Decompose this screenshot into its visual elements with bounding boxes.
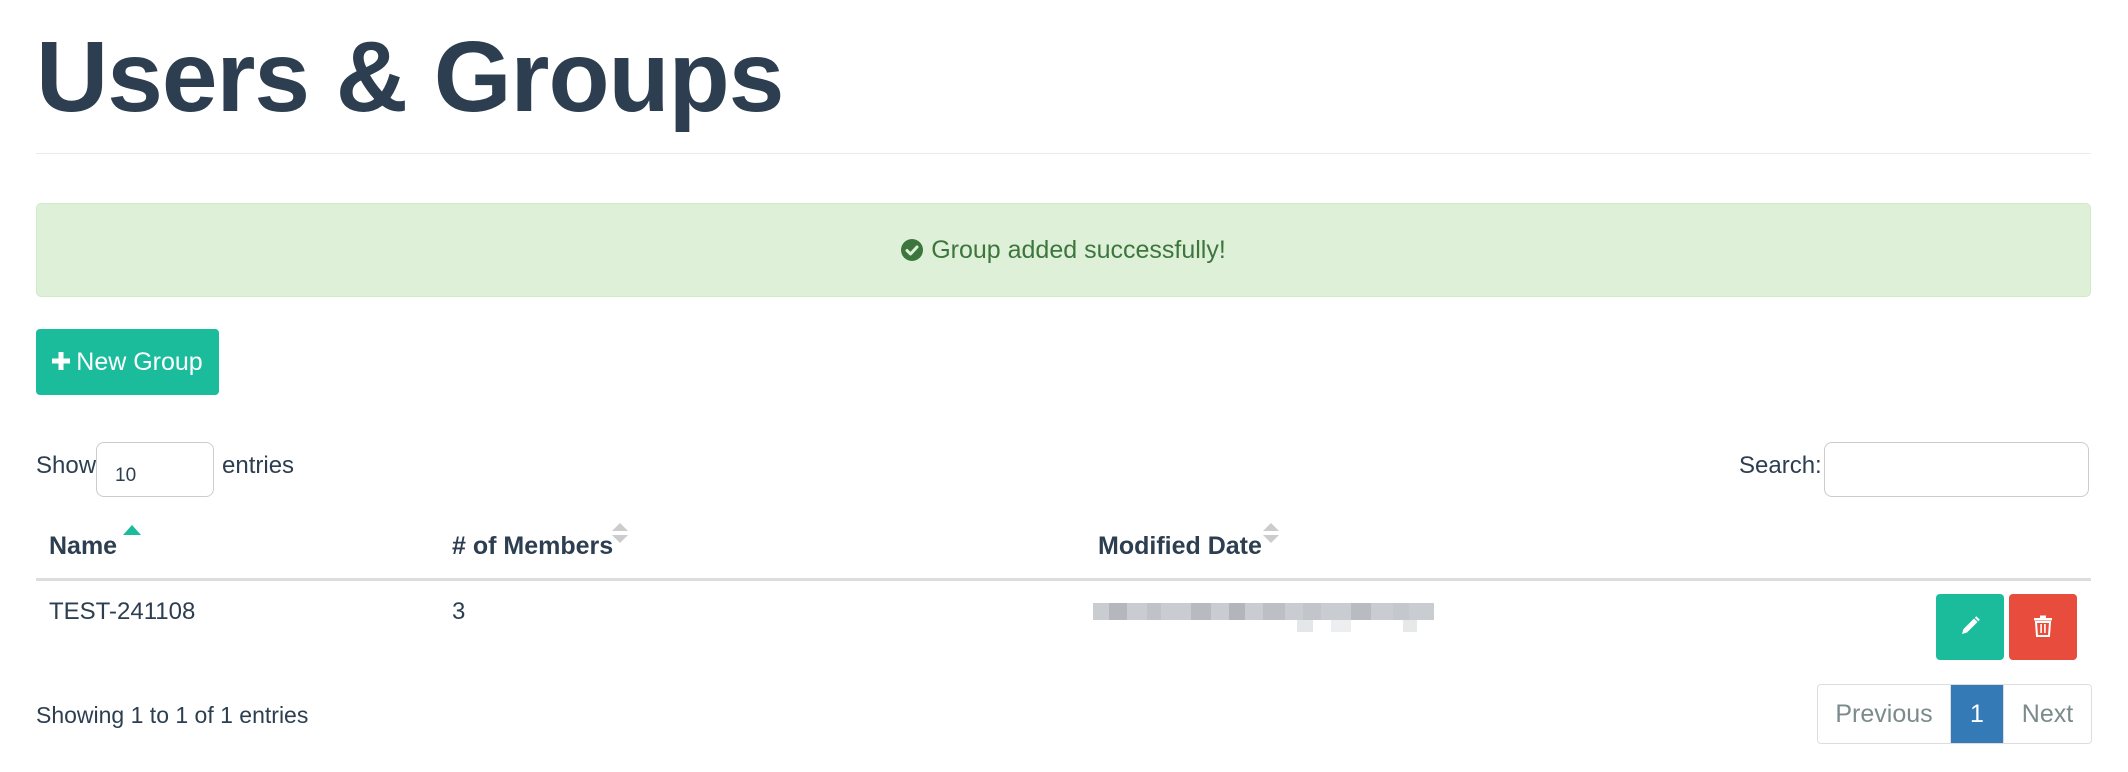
title-divider bbox=[36, 153, 2091, 154]
users-groups-page: Users & Groups Group added successfully!… bbox=[0, 0, 2128, 772]
entries-label: entries bbox=[222, 452, 295, 479]
column-header-name[interactable]: Name bbox=[49, 532, 117, 561]
page-1-button[interactable]: 1 bbox=[1951, 685, 2003, 743]
members-count-cell: 3 bbox=[452, 598, 466, 625]
table-info: Showing 1 to 1 of 1 entries bbox=[36, 702, 309, 728]
search-input[interactable] bbox=[1824, 442, 2089, 497]
alert-message: Group added successfully! bbox=[931, 235, 1226, 264]
trash-icon bbox=[2033, 615, 2053, 640]
sort-ascending-icon[interactable] bbox=[123, 522, 141, 540]
table-header-divider bbox=[36, 578, 2091, 581]
previous-page-button[interactable]: Previous bbox=[1818, 685, 1951, 743]
next-page-button[interactable]: Next bbox=[2003, 685, 2091, 743]
new-group-button[interactable]: New Group bbox=[36, 329, 219, 395]
column-header-modified-date[interactable]: Modified Date bbox=[1098, 532, 1262, 561]
pagination: Previous 1 Next bbox=[1817, 684, 2092, 744]
group-name-cell: TEST-241108 bbox=[49, 598, 196, 625]
search-label: Search: bbox=[1739, 452, 1822, 479]
success-alert: Group added successfully! bbox=[36, 203, 2091, 297]
sort-both-icon[interactable] bbox=[611, 522, 629, 549]
pencil-icon bbox=[1959, 615, 1981, 640]
check-circle-icon bbox=[901, 239, 924, 261]
column-header-members[interactable]: # of Members bbox=[452, 532, 613, 561]
new-group-label: New Group bbox=[76, 347, 203, 376]
plus-icon bbox=[52, 348, 71, 377]
show-label: Show bbox=[36, 452, 97, 479]
page-title: Users & Groups bbox=[36, 21, 784, 133]
edit-group-button[interactable] bbox=[1936, 594, 2004, 660]
page-length-select[interactable]: 10 bbox=[96, 442, 214, 497]
modified-date-cell bbox=[1093, 603, 1434, 635]
sort-both-icon[interactable] bbox=[1262, 522, 1280, 549]
delete-group-button[interactable] bbox=[2009, 594, 2077, 660]
